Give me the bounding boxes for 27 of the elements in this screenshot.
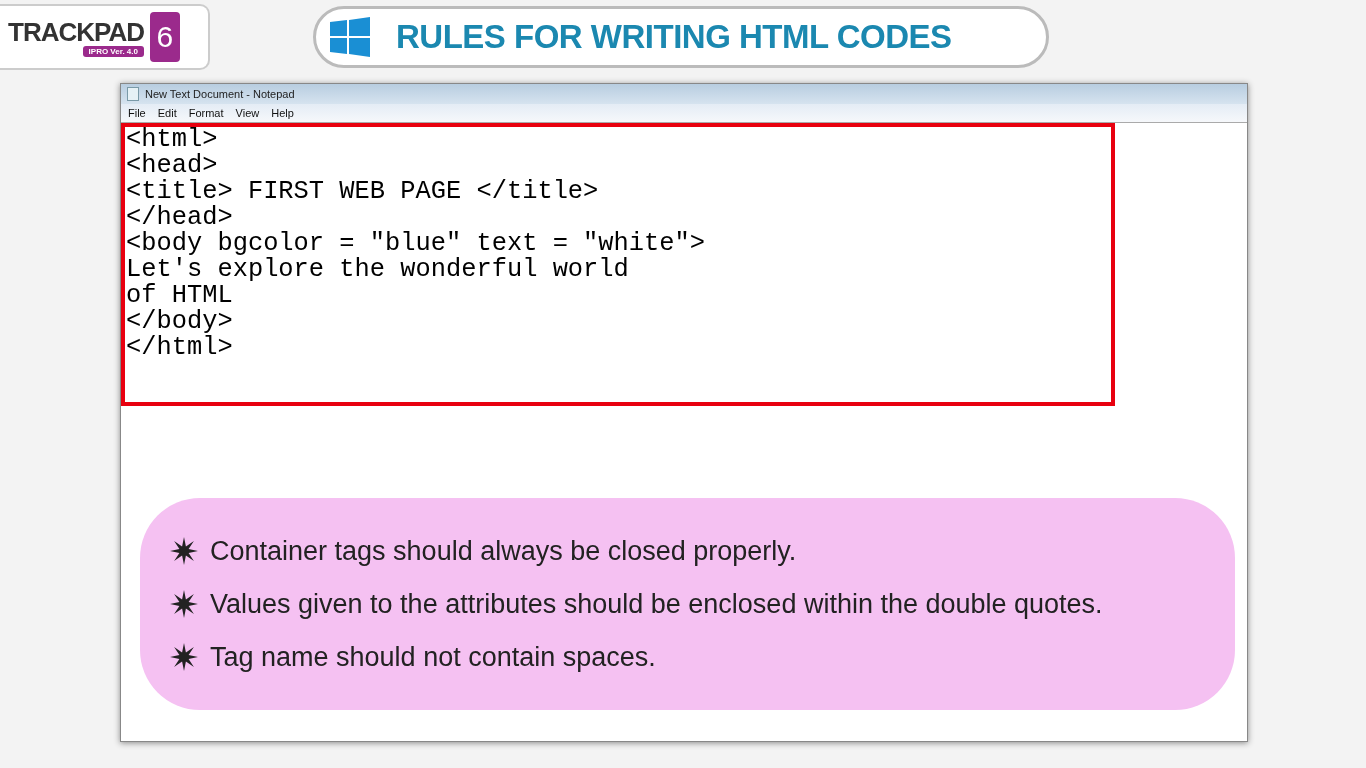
code-line: </head>	[126, 205, 233, 231]
window-title: New Text Document - Notepad	[145, 88, 295, 100]
code-line: </html>	[126, 335, 234, 361]
brand-name: TRACKPAD	[8, 17, 144, 46]
code-line: <title> FIRST WEB PAGE </title>	[126, 179, 600, 205]
grade-badge: 6	[149, 12, 180, 62]
heading: RULES FOR WRITING HTML CODES	[396, 18, 952, 56]
menu-item[interactable]: File	[128, 107, 146, 119]
code-line: <body bgcolor = "blue" text = "white">	[126, 231, 706, 257]
rule-text: Tag name should not contain spaces.	[210, 641, 656, 673]
version-badge: IPRO Ver. 4.0	[82, 45, 144, 57]
code-line: Let's explore the wonderful world	[126, 257, 630, 283]
code-line: of HTML	[126, 283, 234, 309]
rule-text: Container tags should always be closed properly.	[210, 535, 797, 567]
code-line: </body>	[126, 309, 234, 335]
menu-item[interactable]: Edit	[157, 107, 177, 119]
code-line: <head>	[126, 153, 218, 179]
windows-icon	[330, 17, 370, 57]
menu-item[interactable]: Help	[271, 107, 294, 119]
rule-text: Values given to the attributes should be enclosed within the double quotes.	[210, 588, 1103, 620]
document-icon	[127, 87, 139, 101]
star-icon	[170, 643, 198, 671]
star-icon	[170, 537, 198, 565]
star-icon	[170, 590, 198, 618]
menu-item[interactable]: Format	[188, 107, 224, 119]
menu-item[interactable]: View	[235, 107, 260, 119]
code-line: <html>	[126, 127, 219, 153]
